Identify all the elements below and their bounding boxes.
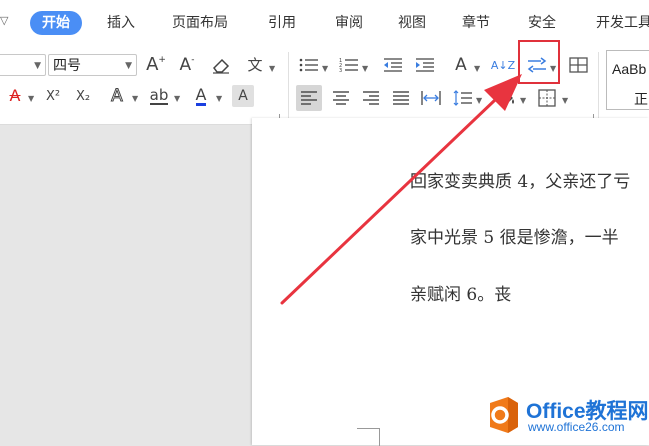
- annotation-arrow: [280, 74, 522, 305]
- office26-logo: Office教程网 www.office26.com: [484, 395, 649, 437]
- logo-url: www.office26.com: [528, 420, 625, 434]
- office-logo-icon: [490, 397, 518, 433]
